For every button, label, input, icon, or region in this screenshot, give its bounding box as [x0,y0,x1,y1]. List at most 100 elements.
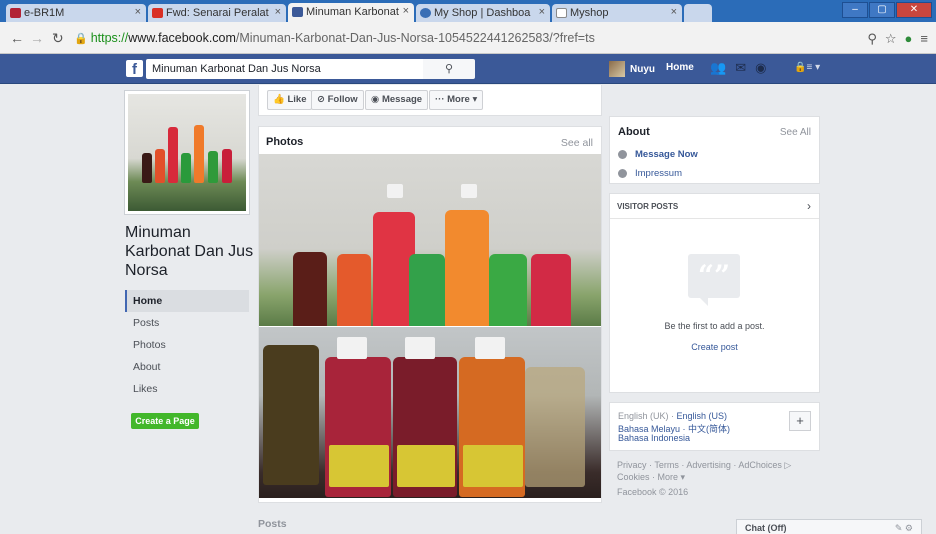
browser-tab-myshop-dashboard[interactable]: My Shop | Dashboa × [416,4,550,22]
add-language-button[interactable]: + [789,411,811,431]
message-now-link[interactable]: Message Now [618,149,698,160]
page-action-bar: 👍 Like ⊘ Follow ◉ Message ··· More ▾ [258,85,602,116]
nav-photos[interactable]: Photos [125,334,249,356]
bottle [531,254,571,326]
browser-tab-facebook[interactable]: Minuman Karbonat × [288,3,414,22]
message-icon [618,150,627,159]
footer-links: Privacy · Terms · Advertising · AdChoice… [617,459,817,483]
message-now-label: Message Now [635,149,698,160]
photos-title: Photos [266,136,304,148]
home-link[interactable]: Home [666,62,694,73]
nav-likes[interactable]: Likes [125,378,249,400]
visitor-empty-text: Be the first to add a post. [664,321,765,331]
url-host: www.facebook.com [128,31,236,45]
nav-home[interactable]: Home [125,290,249,312]
bottle [489,254,527,326]
about-see-all-link[interactable]: See All [780,127,811,138]
bottle [263,345,319,485]
message-label: Message [381,94,423,105]
minimize-button[interactable]: – [842,2,868,18]
bottle-cap [461,184,477,198]
page-title: Minuman Karbonat Dan Jus Norsa [125,224,254,279]
photos-card: Photos See all [258,126,602,503]
facebook-search-input[interactable]: Minuman Karbonat Dan Jus Norsa [146,59,423,79]
browser-tab-strip: e-BR1M × Fwd: Senarai Peralat × Minuman … [0,0,936,22]
browser-tab-myshop[interactable]: Myshop × [552,4,682,22]
visitor-posts-header[interactable]: VISITOR POSTS [610,194,819,219]
key-icon[interactable]: ⚲ [867,31,877,47]
gmail-icon [152,8,163,18]
facebook-icon [292,7,303,17]
close-window-button[interactable]: ✕ [896,2,932,18]
follow-button[interactable]: ⊘ Follow [311,90,364,110]
current-language: English (UK) [618,411,669,421]
page-icon [556,8,567,18]
nav-posts[interactable]: Posts [125,312,249,334]
browser-tab-gmail[interactable]: Fwd: Senarai Peralat × [148,4,286,22]
more-button[interactable]: ··· More ▾ [429,90,484,110]
search-icon[interactable]: ⚲ [423,59,475,79]
chevron-right-icon[interactable]: › [807,199,811,213]
facebook-logo-icon[interactable]: f [126,60,143,78]
bottle-cap [337,337,367,359]
create-page-button[interactable]: Create a Page [131,413,199,429]
close-tab-icon[interactable]: × [671,6,677,18]
messages-icon[interactable]: ✉ [735,60,746,76]
language-line-1: English (UK) · English (US) [618,411,727,421]
star-icon[interactable]: ☆ [885,31,897,47]
close-tab-icon[interactable]: × [539,6,545,18]
window-controls: – ▢ ✕ [842,2,932,18]
posts-section-label: Posts [258,518,287,530]
impressum-link[interactable]: Impressum [618,168,682,179]
facebook-top-bar: f Minuman Karbonat Dan Jus Norsa ⚲ Nuyu … [0,54,936,84]
new-tab-button[interactable] [684,4,712,22]
page-profile-picture[interactable] [125,91,249,214]
bottle-cap [405,337,435,359]
bottle [181,153,191,183]
notifications-globe-icon[interactable]: ◉ [755,60,766,76]
bottle [293,252,327,326]
create-post-link[interactable]: Create post [610,342,819,352]
close-tab-icon[interactable]: × [403,5,409,17]
account-menu-icon[interactable]: 🔒≡ ▾ [794,62,820,73]
bottle [194,125,204,183]
nav-about[interactable]: About [125,356,249,378]
like-thumb-icon: 👍 [273,94,288,105]
notification-icons: 👥 ✉ ◉ [710,60,766,76]
language-english-us[interactable]: English (US) [677,411,728,421]
bottle [155,149,165,183]
photo-bottles-row[interactable] [259,154,601,326]
chat-settings-icons[interactable]: ✎ ⚙ [895,520,913,534]
language-line-3[interactable]: Bahasa Indonesia [618,433,690,443]
toolbar-icons: ⚲ ☆ ● ≡ [867,31,928,47]
photos-see-all-link[interactable]: See all [561,137,593,149]
bottle [445,210,489,326]
message-button[interactable]: ◉ Message [365,90,429,110]
close-tab-icon[interactable]: × [135,6,141,18]
back-arrow-icon[interactable]: ← [10,30,24,46]
footer-links-line-1[interactable]: Privacy · Terms · Advertising · AdChoice… [617,459,817,471]
reload-icon[interactable]: ↻ [52,30,64,47]
like-label: Like [287,94,307,105]
copyright: Facebook © 2016 [617,487,689,497]
page-left-nav: Home Posts Photos About Likes [125,290,249,400]
close-tab-icon[interactable]: × [275,6,281,18]
footer-links-line-2[interactable]: Cookies · More ▾ [617,471,817,483]
profile-link[interactable]: Nuyu [609,61,655,77]
maximize-button[interactable]: ▢ [869,2,895,18]
menu-icon[interactable]: ≡ [920,31,928,47]
bottle-label [463,445,523,487]
friend-requests-icon[interactable]: 👥 [710,60,726,76]
bottle-label [329,445,389,487]
bottle [142,153,152,183]
photo-asam-jawa-bottles[interactable] [259,327,601,498]
extension-icon[interactable]: ● [905,31,913,47]
impressum-label: Impressum [635,168,682,179]
like-button[interactable]: 👍 Like [267,90,313,110]
lock-icon: 🔒 [74,33,88,45]
forward-arrow-icon[interactable]: → [30,30,44,46]
chat-bar[interactable]: Chat (Off) ✎ ⚙ [736,519,922,534]
browser-tab-ebr1m[interactable]: e-BR1M × [6,4,146,22]
url-field[interactable]: 🔒 https://www.facebook.com/Minuman-Karbon… [74,27,874,49]
tab-label: Minuman Karbonat [306,6,399,18]
